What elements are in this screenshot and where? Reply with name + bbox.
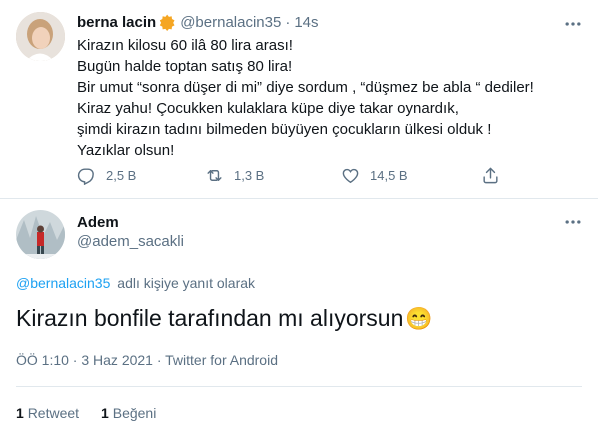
retweet-stat-count: 1	[16, 405, 24, 421]
tweet-text: Kirazın kilosu 60 ilâ 80 lira arası! Bug…	[77, 37, 534, 159]
share-icon	[483, 167, 498, 184]
reply-avatar-image	[16, 210, 65, 259]
original-tweet[interactable]: berna lacin @bernalacin35 · 14s Kirazın …	[0, 0, 598, 198]
like-icon	[342, 168, 359, 184]
grin-emoji: 😁	[405, 305, 433, 331]
meta-separator: ·	[285, 13, 291, 31]
like-stat-label: Beğeni	[112, 405, 157, 421]
reply-text: Kirazın bonfile tarafından mı alıyorsun	[16, 305, 404, 331]
reply-author-handle[interactable]: @adem_sacakli	[77, 233, 184, 250]
tweet-time[interactable]: 14s	[294, 14, 318, 31]
retweet-stat-label: Retweet	[27, 405, 80, 421]
divider	[0, 198, 598, 199]
author-name[interactable]: berna lacin	[77, 14, 156, 31]
reply-context-handle[interactable]: @bernalacin35	[16, 275, 110, 291]
like-stat-count: 1	[101, 405, 109, 421]
verified-badge-icon	[159, 14, 176, 31]
retweet-count: 1,3 B	[234, 168, 265, 183]
reply-more-icon[interactable]	[563, 212, 583, 232]
reply-icon	[77, 168, 94, 185]
author-handle[interactable]: @bernalacin35	[180, 14, 281, 31]
reply-context-text: adlı kişiye yanıt olarak	[117, 275, 256, 291]
like-button[interactable]: 14,5 B	[341, 166, 408, 185]
retweet-stat[interactable]: 1 Retweet	[16, 405, 79, 421]
author-avatar-image	[16, 12, 65, 61]
retweet-button[interactable]: 1,3 B	[205, 166, 264, 185]
reply-meta[interactable]: ÖÖ 1:10 · 3 Haz 2021 · Twitter for Andro…	[16, 352, 278, 368]
reply-context: @bernalacin35 adlı kişiye yanıt olarak	[16, 275, 255, 291]
like-stat[interactable]: 1 Beğeni	[101, 405, 156, 421]
like-count: 14,5 B	[370, 168, 408, 183]
author-avatar[interactable]	[16, 12, 65, 61]
reply-author-name[interactable]: Adem	[77, 214, 119, 231]
share-button[interactable]	[481, 166, 500, 185]
more-icon[interactable]	[563, 14, 583, 34]
reply-author-avatar[interactable]	[16, 210, 65, 259]
retweet-icon	[207, 170, 222, 181]
divider	[16, 386, 582, 387]
reply-count: 2,5 B	[106, 168, 137, 183]
reply-button[interactable]: 2,5 B	[77, 166, 136, 185]
